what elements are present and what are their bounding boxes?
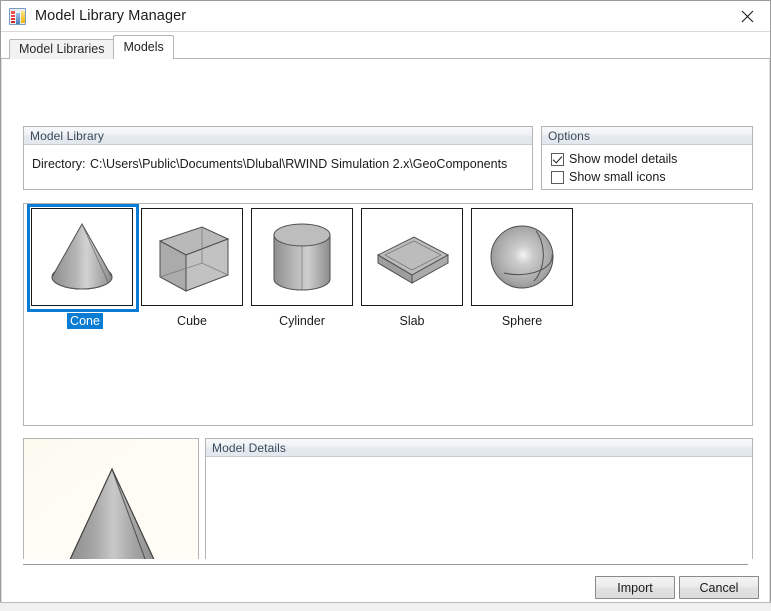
options-group: Options Show model details Show small ic… [541, 126, 753, 190]
title-bar: Model Library Manager [1, 1, 770, 32]
cancel-button[interactable]: Cancel [679, 576, 759, 599]
model-item-slab[interactable]: Slab [357, 206, 467, 329]
model-item-cylinder[interactable]: Cylinder [247, 206, 357, 329]
cube-icon [158, 226, 230, 292]
show-model-details-checkbox[interactable] [551, 152, 564, 166]
dialog-body: Model Library Directory: C:\Users\Public… [1, 59, 770, 611]
show-model-details-checkbox-row[interactable]: Show model details [551, 152, 677, 166]
model-item-sphere[interactable]: Sphere [467, 206, 577, 329]
close-icon[interactable] [725, 1, 770, 31]
model-item-cone[interactable]: Cone [27, 204, 139, 329]
library-icon [9, 7, 26, 25]
tab-strip: Model Libraries Models [1, 32, 770, 60]
options-group-body: Show model details Show small icons [542, 145, 752, 188]
tab-model-libraries[interactable]: Model Libraries [9, 39, 115, 59]
show-small-icons-checkbox-row[interactable]: Show small icons [551, 170, 666, 184]
model-item-sphere-label: Sphere [501, 314, 543, 328]
directory-label: Directory: [32, 157, 86, 171]
model-library-manager-window: Model Library Manager Model Libraries Mo… [0, 0, 771, 611]
slab-thumbnail-frame [361, 208, 463, 306]
cylinder-icon [273, 223, 331, 291]
show-small-icons-checkbox[interactable] [551, 170, 564, 184]
model-library-group-title: Model Library [24, 127, 532, 145]
model-library-group: Model Library Directory: C:\Users\Public… [23, 126, 533, 190]
tab-models[interactable]: Models [113, 35, 174, 60]
cone-thumbnail-frame [27, 204, 139, 312]
tab-models-label: Models [123, 40, 164, 55]
model-library-group-body: Directory: C:\Users\Public\Documents\Dlu… [24, 145, 532, 188]
model-grid: Cone Cube Cylinder Slab Sphere [27, 204, 577, 329]
model-list-panel[interactable]: Cone Cube Cylinder Slab Sphere [23, 203, 753, 426]
model-item-cylinder-label: Cylinder [279, 314, 325, 328]
import-button[interactable]: Import [595, 576, 675, 599]
model-item-cone-label: Cone [67, 313, 103, 329]
cone-icon [51, 222, 113, 290]
sphere-thumbnail-frame [471, 208, 573, 306]
model-item-cube-label: Cube [177, 314, 207, 328]
cube-thumbnail-frame [141, 208, 243, 306]
show-small-icons-label: Show small icons [569, 170, 666, 184]
options-group-title: Options [542, 127, 752, 145]
model-item-cube[interactable]: Cube [137, 206, 247, 329]
model-details-group-title: Model Details [206, 439, 752, 457]
cylinder-thumbnail-frame [251, 208, 353, 306]
sphere-icon [490, 225, 554, 289]
model-item-slab-label: Slab [399, 314, 425, 328]
window-title: Model Library Manager [35, 8, 187, 24]
show-model-details-label: Show model details [569, 152, 678, 166]
window-bottom-strip [0, 602, 771, 611]
directory-value: C:\Users\Public\Documents\Dlubal\RWIND S… [90, 157, 508, 171]
tab-model-libraries-label: Model Libraries [19, 42, 105, 57]
slab-icon [376, 236, 450, 284]
footer-separator [23, 564, 748, 565]
